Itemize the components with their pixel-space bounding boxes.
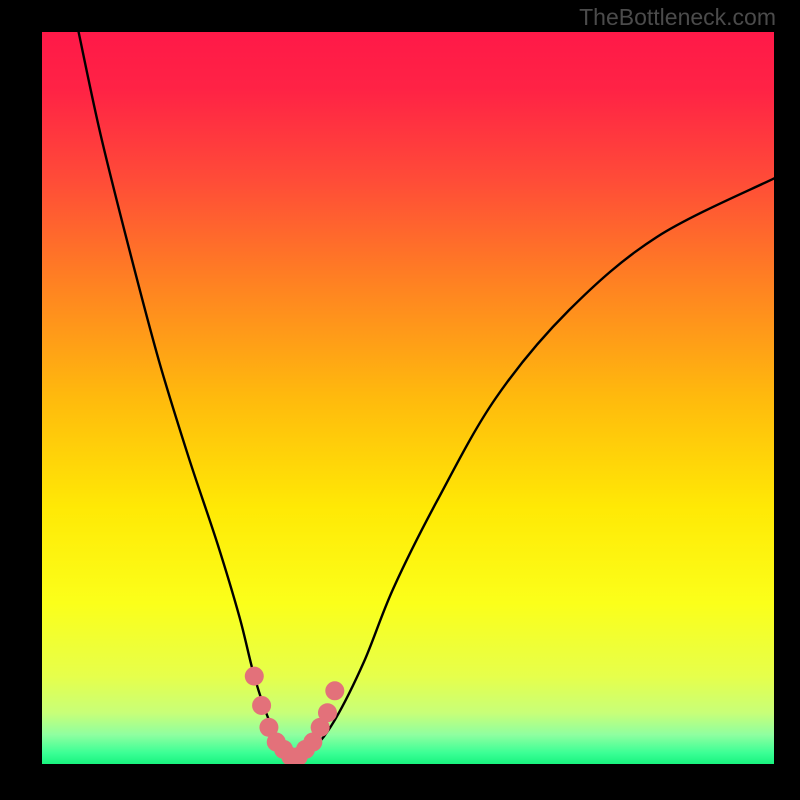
highlighted-range-markers [245, 667, 345, 764]
marker-dot [245, 667, 264, 686]
chart-plot-area [42, 32, 774, 764]
watermark-text: TheBottleneck.com [579, 4, 776, 31]
curve-svg [42, 32, 774, 764]
marker-dot [252, 696, 271, 715]
marker-dot [325, 681, 344, 700]
bottleneck-curve [79, 32, 774, 757]
marker-dot [318, 703, 337, 722]
